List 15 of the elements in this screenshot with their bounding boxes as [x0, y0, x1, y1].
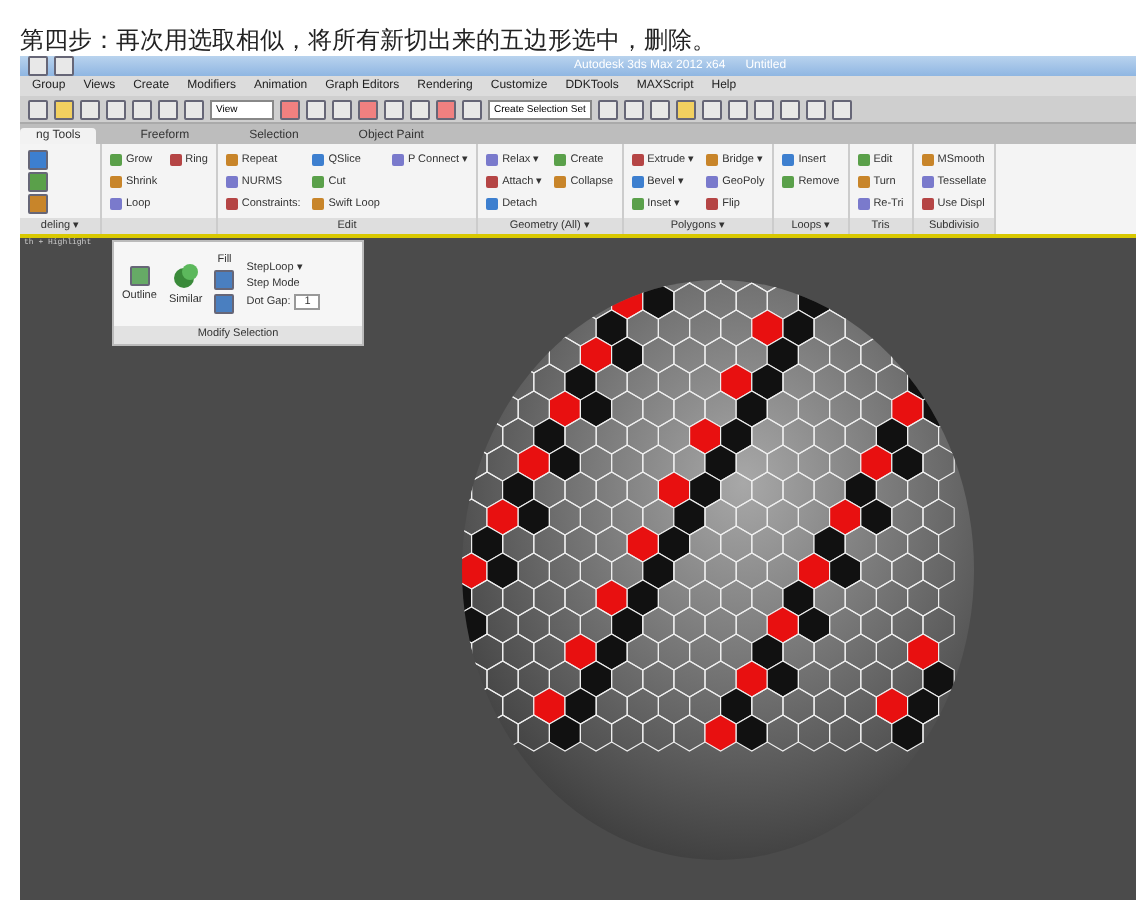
tool-icon[interactable]	[701, 99, 722, 119]
tool-icon[interactable]	[623, 99, 644, 119]
tool-icon[interactable]	[214, 270, 235, 290]
outline-icon[interactable]	[129, 266, 150, 286]
spheres-icon[interactable]	[171, 262, 200, 290]
tool-icon[interactable]	[805, 99, 826, 119]
tool-icon[interactable]	[753, 99, 774, 119]
tool-icon[interactable]	[214, 294, 235, 314]
tool-icon[interactable]	[727, 99, 748, 119]
tool-icon[interactable]	[779, 99, 800, 119]
tool-icon[interactable]	[649, 99, 670, 119]
tool-icon[interactable]	[831, 99, 852, 119]
tutorial-heading: 第四步：再次用选取相似，将所有新切出来的五边形选中，删除。	[18, 24, 718, 56]
tool-icon[interactable]	[597, 99, 618, 119]
tool-icon[interactable]	[675, 99, 696, 119]
